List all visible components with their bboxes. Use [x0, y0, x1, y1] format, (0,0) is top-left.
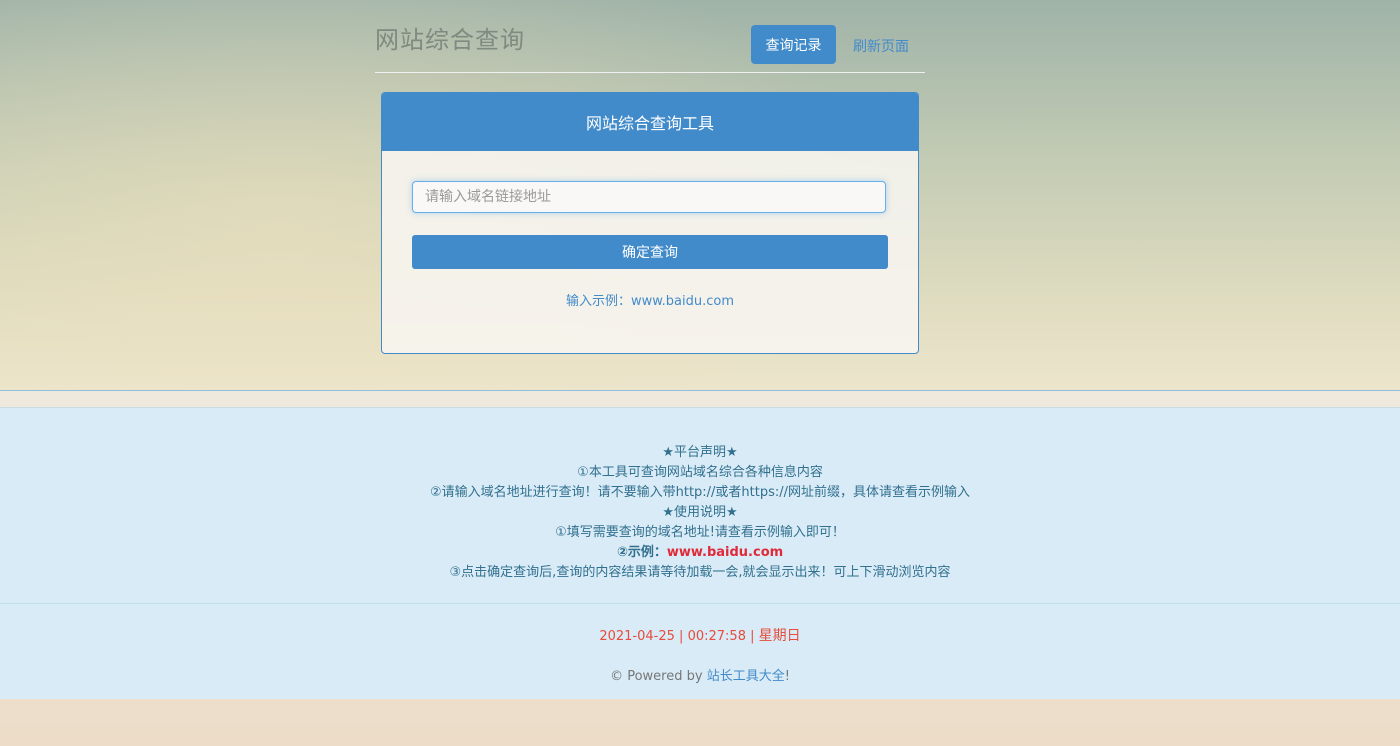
date: 2021-04-25: [599, 629, 675, 644]
platform-heading: ★平台声明★: [662, 445, 738, 460]
weekday: 星期日: [758, 628, 801, 644]
query-panel: 网站综合查询工具 确定查询 输入示例：www.baidu.com: [381, 92, 919, 354]
usage-example-value: www.baidu.com: [666, 545, 784, 560]
datetime: 2021-04-25 | 00:27:58 | 星期日: [0, 625, 1400, 645]
submit-query-button[interactable]: 确定查询: [412, 235, 888, 269]
usage-heading: ★使用说明★: [662, 505, 738, 520]
usage-example-label: ②示例：: [616, 545, 667, 560]
powered-by: © Powered by 站长工具大全!: [0, 665, 1400, 684]
example-label: 输入示例：: [565, 294, 631, 309]
usage-line-2: ②示例：www.baidu.com: [0, 543, 1400, 563]
panel-heading: 网站综合查询工具: [382, 93, 918, 151]
footer-divider: [0, 603, 1400, 604]
powered-prefix: © Powered by: [610, 669, 707, 684]
datetime-separator-2: |: [750, 629, 755, 644]
time: 00:27:58: [687, 629, 746, 644]
datetime-separator-1: |: [679, 629, 684, 644]
usage-line-1: ①填写需要查询的域名地址!请查看示例输入即可！: [555, 525, 845, 540]
notice-section: ★平台声明★ ①本工具可查询网站域名综合各种信息内容 ②请输入域名地址进行查询！…: [0, 390, 1400, 699]
platform-line-1: ①本工具可查询网站域名综合各种信息内容: [577, 465, 823, 480]
notice-strip: [0, 391, 1400, 408]
usage-line-3: ③点击确定查询后,查询的内容结果请等待加载一会,就会显示出来！可上下滑动浏览内容: [449, 565, 951, 580]
refresh-page-link[interactable]: 刷新页面: [853, 36, 909, 56]
input-example: 输入示例：www.baidu.com: [382, 290, 918, 309]
site-title: 网站综合查询: [375, 26, 525, 54]
notice-lines: ★平台声明★ ①本工具可查询网站域名综合各种信息内容 ②请输入域名地址进行查询！…: [0, 443, 1400, 583]
powered-suffix: !: [784, 669, 790, 684]
header: 网站综合查询 查询记录 刷新页面: [375, 0, 925, 73]
powered-link[interactable]: 站长工具大全: [707, 669, 785, 684]
example-value: www.baidu.com: [630, 294, 735, 309]
platform-line-2: ②请输入域名地址进行查询！请不要输入带http://或者https://网址前缀…: [429, 485, 971, 500]
query-records-button[interactable]: 查询记录: [751, 25, 836, 64]
domain-input[interactable]: [412, 181, 886, 213]
